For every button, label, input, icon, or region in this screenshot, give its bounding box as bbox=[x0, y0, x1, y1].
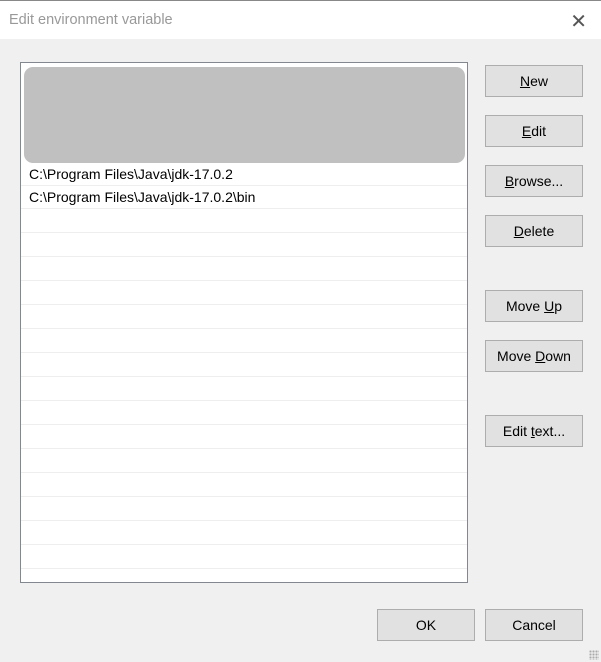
new-button[interactable]: New bbox=[485, 65, 583, 97]
empty-list-row[interactable] bbox=[21, 569, 467, 582]
label: ext... bbox=[534, 423, 566, 439]
label-mnemonic: U bbox=[544, 298, 555, 314]
selected-list-item[interactable] bbox=[24, 67, 465, 163]
label: ew bbox=[530, 73, 549, 89]
empty-list-row[interactable] bbox=[21, 209, 467, 233]
label: own bbox=[545, 348, 571, 364]
empty-list-row[interactable] bbox=[21, 521, 467, 545]
move-down-button[interactable]: Move Down bbox=[485, 340, 583, 372]
empty-list-row[interactable] bbox=[21, 377, 467, 401]
empty-list-row[interactable] bbox=[21, 401, 467, 425]
label: rowse... bbox=[514, 173, 564, 189]
empty-list-row[interactable] bbox=[21, 281, 467, 305]
cancel-button[interactable]: Cancel bbox=[485, 609, 583, 641]
label: Move bbox=[497, 348, 536, 364]
label: Edit bbox=[502, 423, 531, 439]
empty-list-row[interactable] bbox=[21, 257, 467, 281]
empty-list-row[interactable] bbox=[21, 353, 467, 377]
list-item[interactable]: C:\Program Files\Java\jdk-17.0.2 bbox=[21, 163, 467, 186]
move-up-button[interactable]: Move Up bbox=[485, 290, 583, 322]
empty-list-row[interactable] bbox=[21, 473, 467, 497]
edit-button[interactable]: Edit bbox=[485, 115, 583, 147]
empty-list-row[interactable] bbox=[21, 305, 467, 329]
label: p bbox=[554, 298, 563, 314]
label-mnemonic: E bbox=[521, 123, 532, 139]
ok-button[interactable]: OK bbox=[377, 609, 475, 641]
resize-grip-icon[interactable] bbox=[589, 650, 599, 660]
window-title: Edit environment variable bbox=[9, 12, 173, 28]
label-mnemonic: D bbox=[535, 348, 546, 364]
edit-text-button[interactable]: Edit text... bbox=[485, 415, 583, 447]
browse-button[interactable]: Browse... bbox=[485, 165, 583, 197]
empty-list-row[interactable] bbox=[21, 449, 467, 473]
label-mnemonic: N bbox=[519, 73, 531, 89]
empty-list-row[interactable] bbox=[21, 497, 467, 521]
label-mnemonic: D bbox=[513, 223, 524, 239]
empty-list-row[interactable] bbox=[21, 425, 467, 449]
close-icon[interactable]: ✕ bbox=[570, 9, 587, 34]
label: dit bbox=[531, 123, 547, 139]
label: elete bbox=[523, 223, 555, 239]
path-list[interactable]: C:\Program Files\Java\jdk-17.0.2 C:\Prog… bbox=[20, 62, 468, 583]
label-mnemonic: B bbox=[504, 173, 515, 189]
empty-list-row[interactable] bbox=[21, 329, 467, 353]
list-item[interactable]: C:\Program Files\Java\jdk-17.0.2\bin bbox=[21, 186, 467, 209]
empty-list-row[interactable] bbox=[21, 233, 467, 257]
empty-list-row[interactable] bbox=[21, 545, 467, 569]
delete-button[interactable]: Delete bbox=[485, 215, 583, 247]
title-bar: Edit environment variable ✕ bbox=[0, 0, 601, 39]
label: Move bbox=[505, 298, 545, 314]
